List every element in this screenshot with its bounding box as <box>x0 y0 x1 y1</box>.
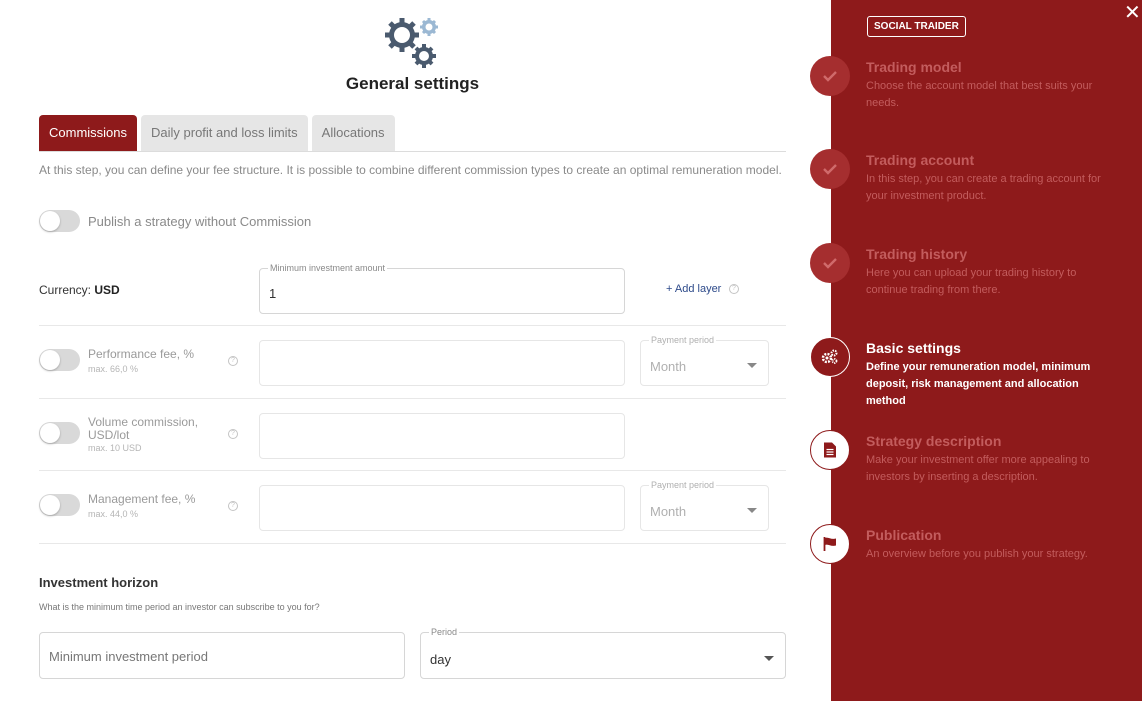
management-fee-toggle[interactable] <box>39 494 80 516</box>
period-label: Period <box>429 627 460 638</box>
chevron-down-icon <box>747 508 757 513</box>
step-trading-model-status <box>810 56 850 96</box>
step-trading-model-desc: Choose the account model that best suits… <box>866 80 1093 109</box>
chevron-down-icon <box>764 656 774 661</box>
management-fee-max: max. 44,0 % <box>88 509 139 519</box>
min-investment-amount-value: 1 <box>269 286 277 301</box>
performance-fee-max: max. 66,0 % <box>88 364 139 374</box>
document-icon <box>824 442 836 458</box>
min-investment-period-placeholder: Minimum investment period <box>49 649 208 664</box>
currency-label: Currency: <box>39 283 92 297</box>
payment-period-value: Month <box>650 504 687 519</box>
tab-commissions[interactable]: Commissions <box>39 115 138 151</box>
management-fee-input[interactable] <box>259 485 625 531</box>
tab-allocations[interactable]: Allocations <box>311 115 395 151</box>
divider <box>39 325 786 326</box>
step-trading-account-desc: In this step, you can create a trading a… <box>866 173 1101 202</box>
period-select[interactable]: Period day <box>420 627 786 679</box>
min-investment-amount-input[interactable]: Minimum investment amount 1 <box>259 263 625 314</box>
volume-commission-input[interactable] <box>259 413 625 459</box>
currency-display: Currency: USD <box>39 283 120 297</box>
settings-main: General settings Commissions Daily profi… <box>0 0 831 701</box>
volume-commission-label: Volume commission, USD/lot <box>88 415 199 442</box>
help-icon[interactable]: ? <box>228 356 238 366</box>
add-layer-link[interactable]: + Add layer <box>666 283 721 295</box>
flag-icon <box>823 537 836 551</box>
divider <box>39 398 786 399</box>
management-fee-label: Management fee, % <box>88 492 196 506</box>
help-icon[interactable]: ? <box>228 501 238 511</box>
gears-icon <box>385 18 438 68</box>
payment-period-value: Month <box>650 359 687 374</box>
step-strategy-description-desc: Make your investment offer more appealin… <box>866 454 1090 483</box>
step-trading-account-title[interactable]: Trading account <box>866 152 974 168</box>
page-title: General settings <box>345 74 480 93</box>
step-strategy-description-status <box>810 430 850 470</box>
step-trading-model-title[interactable]: Trading model <box>866 59 962 75</box>
publish-without-commission-label: Publish a strategy without Commission <box>88 214 312 229</box>
volume-commission-toggle[interactable] <box>39 422 80 444</box>
performance-fee-input[interactable] <box>259 340 625 386</box>
check-icon <box>823 164 837 175</box>
help-icon[interactable]: ? <box>729 284 739 294</box>
step-trading-history-status <box>810 243 850 283</box>
divider <box>39 470 786 471</box>
investment-horizon-title: Investment horizon <box>39 575 159 590</box>
step-publication-title[interactable]: Publication <box>866 527 941 543</box>
tab-daily-limits[interactable]: Daily profit and loss limits <box>141 115 308 151</box>
step-trading-account-status <box>810 149 850 189</box>
step-trading-history-desc: Here you can upload your trading history… <box>866 267 1077 296</box>
volume-commission-max: max. 10 USD <box>88 443 142 453</box>
period-value: day <box>430 652 451 667</box>
wizard-sidebar: SOCIAL TRAIDER ✕ Trading model Choose th… <box>810 0 1142 701</box>
currency-value: USD <box>94 283 120 297</box>
tab-bar: Commissions Daily profit and loss limits… <box>39 115 399 151</box>
tab-divider <box>39 151 786 152</box>
performance-fee-period-select[interactable]: Payment period Month <box>640 335 769 386</box>
publish-without-commission-toggle[interactable] <box>39 210 80 232</box>
investment-horizon-subtitle: What is the minimum time period an inves… <box>39 602 320 612</box>
divider <box>39 543 786 544</box>
performance-fee-label: Performance fee, % <box>88 347 195 361</box>
gears-icon <box>821 349 838 364</box>
management-fee-period-select[interactable]: Payment period Month <box>640 480 769 531</box>
min-investment-amount-label: Minimum investment amount <box>268 263 388 274</box>
step-publication-desc: An overview before you publish your stra… <box>866 548 1088 560</box>
step-trading-history-title[interactable]: Trading history <box>866 246 967 262</box>
performance-fee-toggle[interactable] <box>39 349 80 371</box>
step-basic-settings-status <box>810 337 850 377</box>
check-icon <box>823 258 837 269</box>
close-icon[interactable]: ✕ <box>1124 3 1141 23</box>
min-investment-period-input[interactable]: Minimum investment period <box>39 632 405 679</box>
payment-period-label: Payment period <box>649 335 717 346</box>
step-basic-settings-desc: Define your remuneration model, minimum … <box>866 361 1091 407</box>
help-icon[interactable]: ? <box>228 429 238 439</box>
step-strategy-description-title[interactable]: Strategy description <box>866 433 1001 449</box>
commissions-intro: At this step, you can define your fee st… <box>39 163 782 177</box>
brand-badge: SOCIAL TRAIDER <box>867 16 966 37</box>
payment-period-label: Payment period <box>649 480 717 491</box>
check-icon <box>823 71 837 82</box>
step-publication-status <box>810 524 850 564</box>
chevron-down-icon <box>747 363 757 368</box>
step-basic-settings-title[interactable]: Basic settings <box>866 340 961 356</box>
